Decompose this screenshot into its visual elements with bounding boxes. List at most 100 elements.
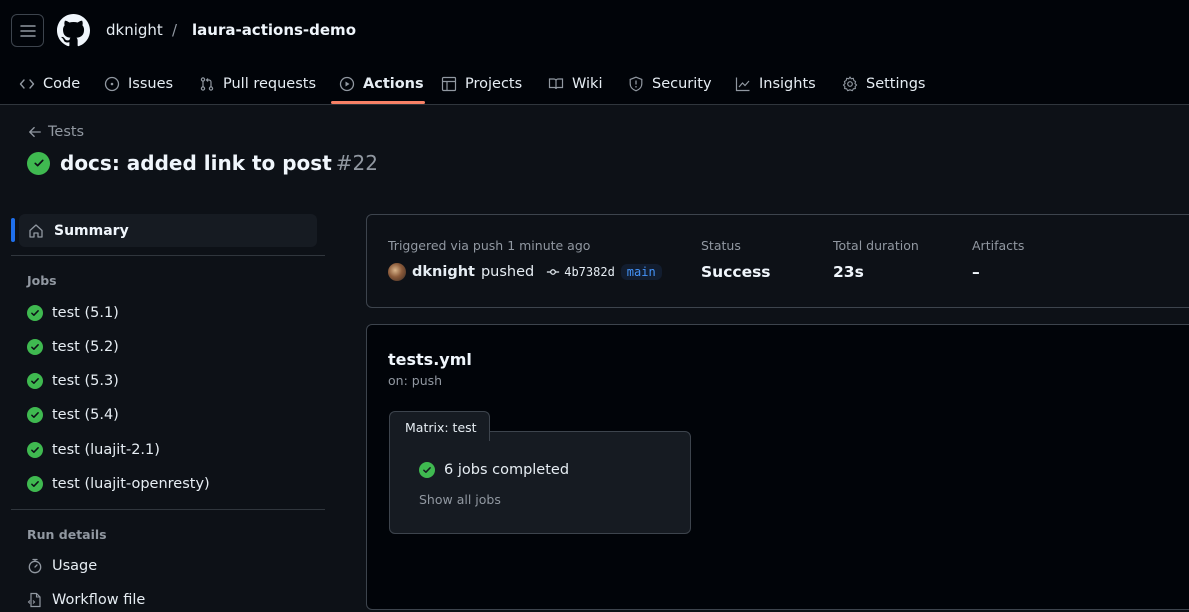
table-icon — [441, 76, 457, 92]
artifacts-label: Artifacts — [972, 238, 1025, 253]
tab-insights[interactable]: Insights — [735, 64, 816, 104]
job-label: test (5.2) — [52, 339, 119, 355]
job-label: test (5.4) — [52, 407, 119, 423]
tab-label: Pull requests — [223, 76, 317, 92]
run-title-text: docs: added link to post — [60, 151, 332, 175]
tab-pull-requests[interactable]: Pull requests — [199, 64, 316, 104]
arrow-left-icon — [29, 126, 41, 138]
tab-projects[interactable]: Projects — [441, 64, 522, 104]
duration-value: 23s — [833, 263, 864, 281]
git-commit-icon — [547, 269, 560, 275]
job-label: test (luajit-2.1) — [52, 442, 160, 458]
tab-wiki[interactable]: Wiki — [548, 64, 602, 104]
home-icon — [29, 223, 43, 238]
tab-label: Insights — [759, 76, 816, 92]
active-tab-indicator — [331, 101, 425, 104]
check-circle-icon — [419, 462, 435, 478]
status-label: Status — [701, 238, 741, 253]
sidebar-job-item[interactable]: test (luajit-2.1) — [27, 442, 160, 458]
breadcrumb-repo[interactable]: laura-actions-demo — [192, 20, 356, 40]
job-label: test (5.1) — [52, 305, 119, 321]
check-circle-icon — [27, 339, 43, 355]
workflow-file-name: tests.yml — [388, 350, 472, 369]
back-to-workflow-link[interactable]: Tests — [28, 124, 84, 140]
page-title: docs: added link to post #22 — [27, 151, 378, 175]
check-circle-icon — [27, 305, 43, 321]
sidebar-job-item[interactable]: test (5.3) — [27, 373, 119, 389]
sidebar-divider — [11, 509, 325, 510]
trigger-details: dknight pushed 4b7382d main — [388, 263, 662, 281]
sidebar-item-workflow-file[interactable]: Workflow file — [27, 592, 145, 608]
workflow-graph: tests.yml on: push Matrix: test 6 jobs c… — [366, 324, 1189, 610]
back-label: Tests — [48, 124, 85, 140]
play-icon — [339, 76, 355, 92]
jobs-heading: Jobs — [27, 273, 57, 288]
sidebar-divider — [11, 255, 325, 256]
tab-label: Settings — [866, 76, 926, 92]
breadcrumb-separator: / — [172, 21, 178, 39]
menu-button[interactable] — [11, 14, 44, 47]
check-circle-icon — [27, 476, 43, 492]
duration-label: Total duration — [833, 238, 919, 253]
pull-request-icon — [200, 77, 214, 91]
artifacts-value: – — [972, 263, 980, 281]
commit-sha: 4b7382d — [564, 265, 615, 279]
tab-label: Security — [652, 76, 712, 92]
tab-label: Actions — [363, 76, 424, 92]
job-label: test (5.3) — [52, 373, 119, 389]
sidebar-summary-label: Summary — [54, 222, 129, 239]
tab-label: Issues — [128, 76, 174, 92]
run-summary-card: Triggered via push 1 minute ago dknight … — [366, 214, 1189, 308]
hamburger-icon — [19, 24, 36, 37]
matrix-group[interactable]: 6 jobs completed Show all jobs — [389, 431, 691, 534]
check-circle-icon — [27, 373, 43, 389]
code-icon — [19, 79, 35, 89]
repo-header: dknight / laura-actions-demo Code Issues… — [0, 0, 1189, 105]
tab-label: Projects — [465, 76, 523, 92]
run-details-heading: Run details — [27, 527, 107, 542]
branch-label[interactable]: main — [620, 264, 662, 280]
run-number: #22 — [335, 151, 378, 175]
issue-icon — [104, 76, 120, 92]
tab-label: Wiki — [572, 76, 603, 92]
breadcrumb-owner[interactable]: dknight — [106, 20, 163, 40]
matrix-label: Matrix: test — [389, 411, 490, 441]
tab-label: Code — [43, 76, 81, 92]
graph-icon — [735, 77, 750, 92]
github-logo-icon[interactable] — [57, 14, 90, 47]
workflow-file-label: Workflow file — [52, 592, 146, 608]
status-value: Success — [701, 263, 771, 281]
avatar[interactable] — [388, 263, 406, 281]
tab-actions[interactable]: Actions — [339, 64, 424, 104]
jobs-completed-text: 6 jobs completed — [444, 462, 570, 478]
tab-settings[interactable]: Settings — [842, 64, 925, 104]
sidebar-job-item[interactable]: test (5.4) — [27, 407, 119, 423]
commit-link[interactable]: 4b7382d — [546, 265, 615, 279]
show-all-jobs-link[interactable]: Show all jobs — [419, 492, 501, 507]
sidebar-job-item[interactable]: test (luajit-openresty) — [27, 476, 210, 492]
tab-security[interactable]: Security — [628, 64, 712, 104]
sidebar-item-summary[interactable]: Summary — [19, 214, 317, 247]
check-circle-icon — [27, 442, 43, 458]
gear-icon — [842, 76, 858, 92]
workflow-trigger: on: push — [388, 373, 443, 388]
shield-icon — [629, 76, 643, 92]
tab-issues[interactable]: Issues — [104, 64, 173, 104]
file-code-icon — [27, 592, 41, 608]
check-circle-icon — [27, 407, 43, 423]
active-indicator — [11, 218, 15, 242]
job-label: test (luajit-openresty) — [52, 476, 210, 492]
check-circle-icon — [27, 151, 50, 175]
usage-label: Usage — [52, 558, 98, 574]
run-title: docs: added link to post #22 — [60, 151, 378, 175]
sidebar-item-usage[interactable]: Usage — [27, 558, 97, 574]
actor-link[interactable]: dknight — [412, 264, 475, 280]
sidebar-job-item[interactable]: test (5.2) — [27, 339, 119, 355]
action-text: pushed — [480, 264, 535, 280]
stopwatch-icon — [28, 558, 42, 574]
trigger-label: Triggered via push 1 minute ago — [388, 238, 591, 253]
tab-code[interactable]: Code — [19, 64, 80, 104]
book-icon — [548, 78, 564, 90]
jobs-completed: 6 jobs completed — [419, 462, 569, 478]
sidebar-job-item[interactable]: test (5.1) — [27, 305, 119, 321]
